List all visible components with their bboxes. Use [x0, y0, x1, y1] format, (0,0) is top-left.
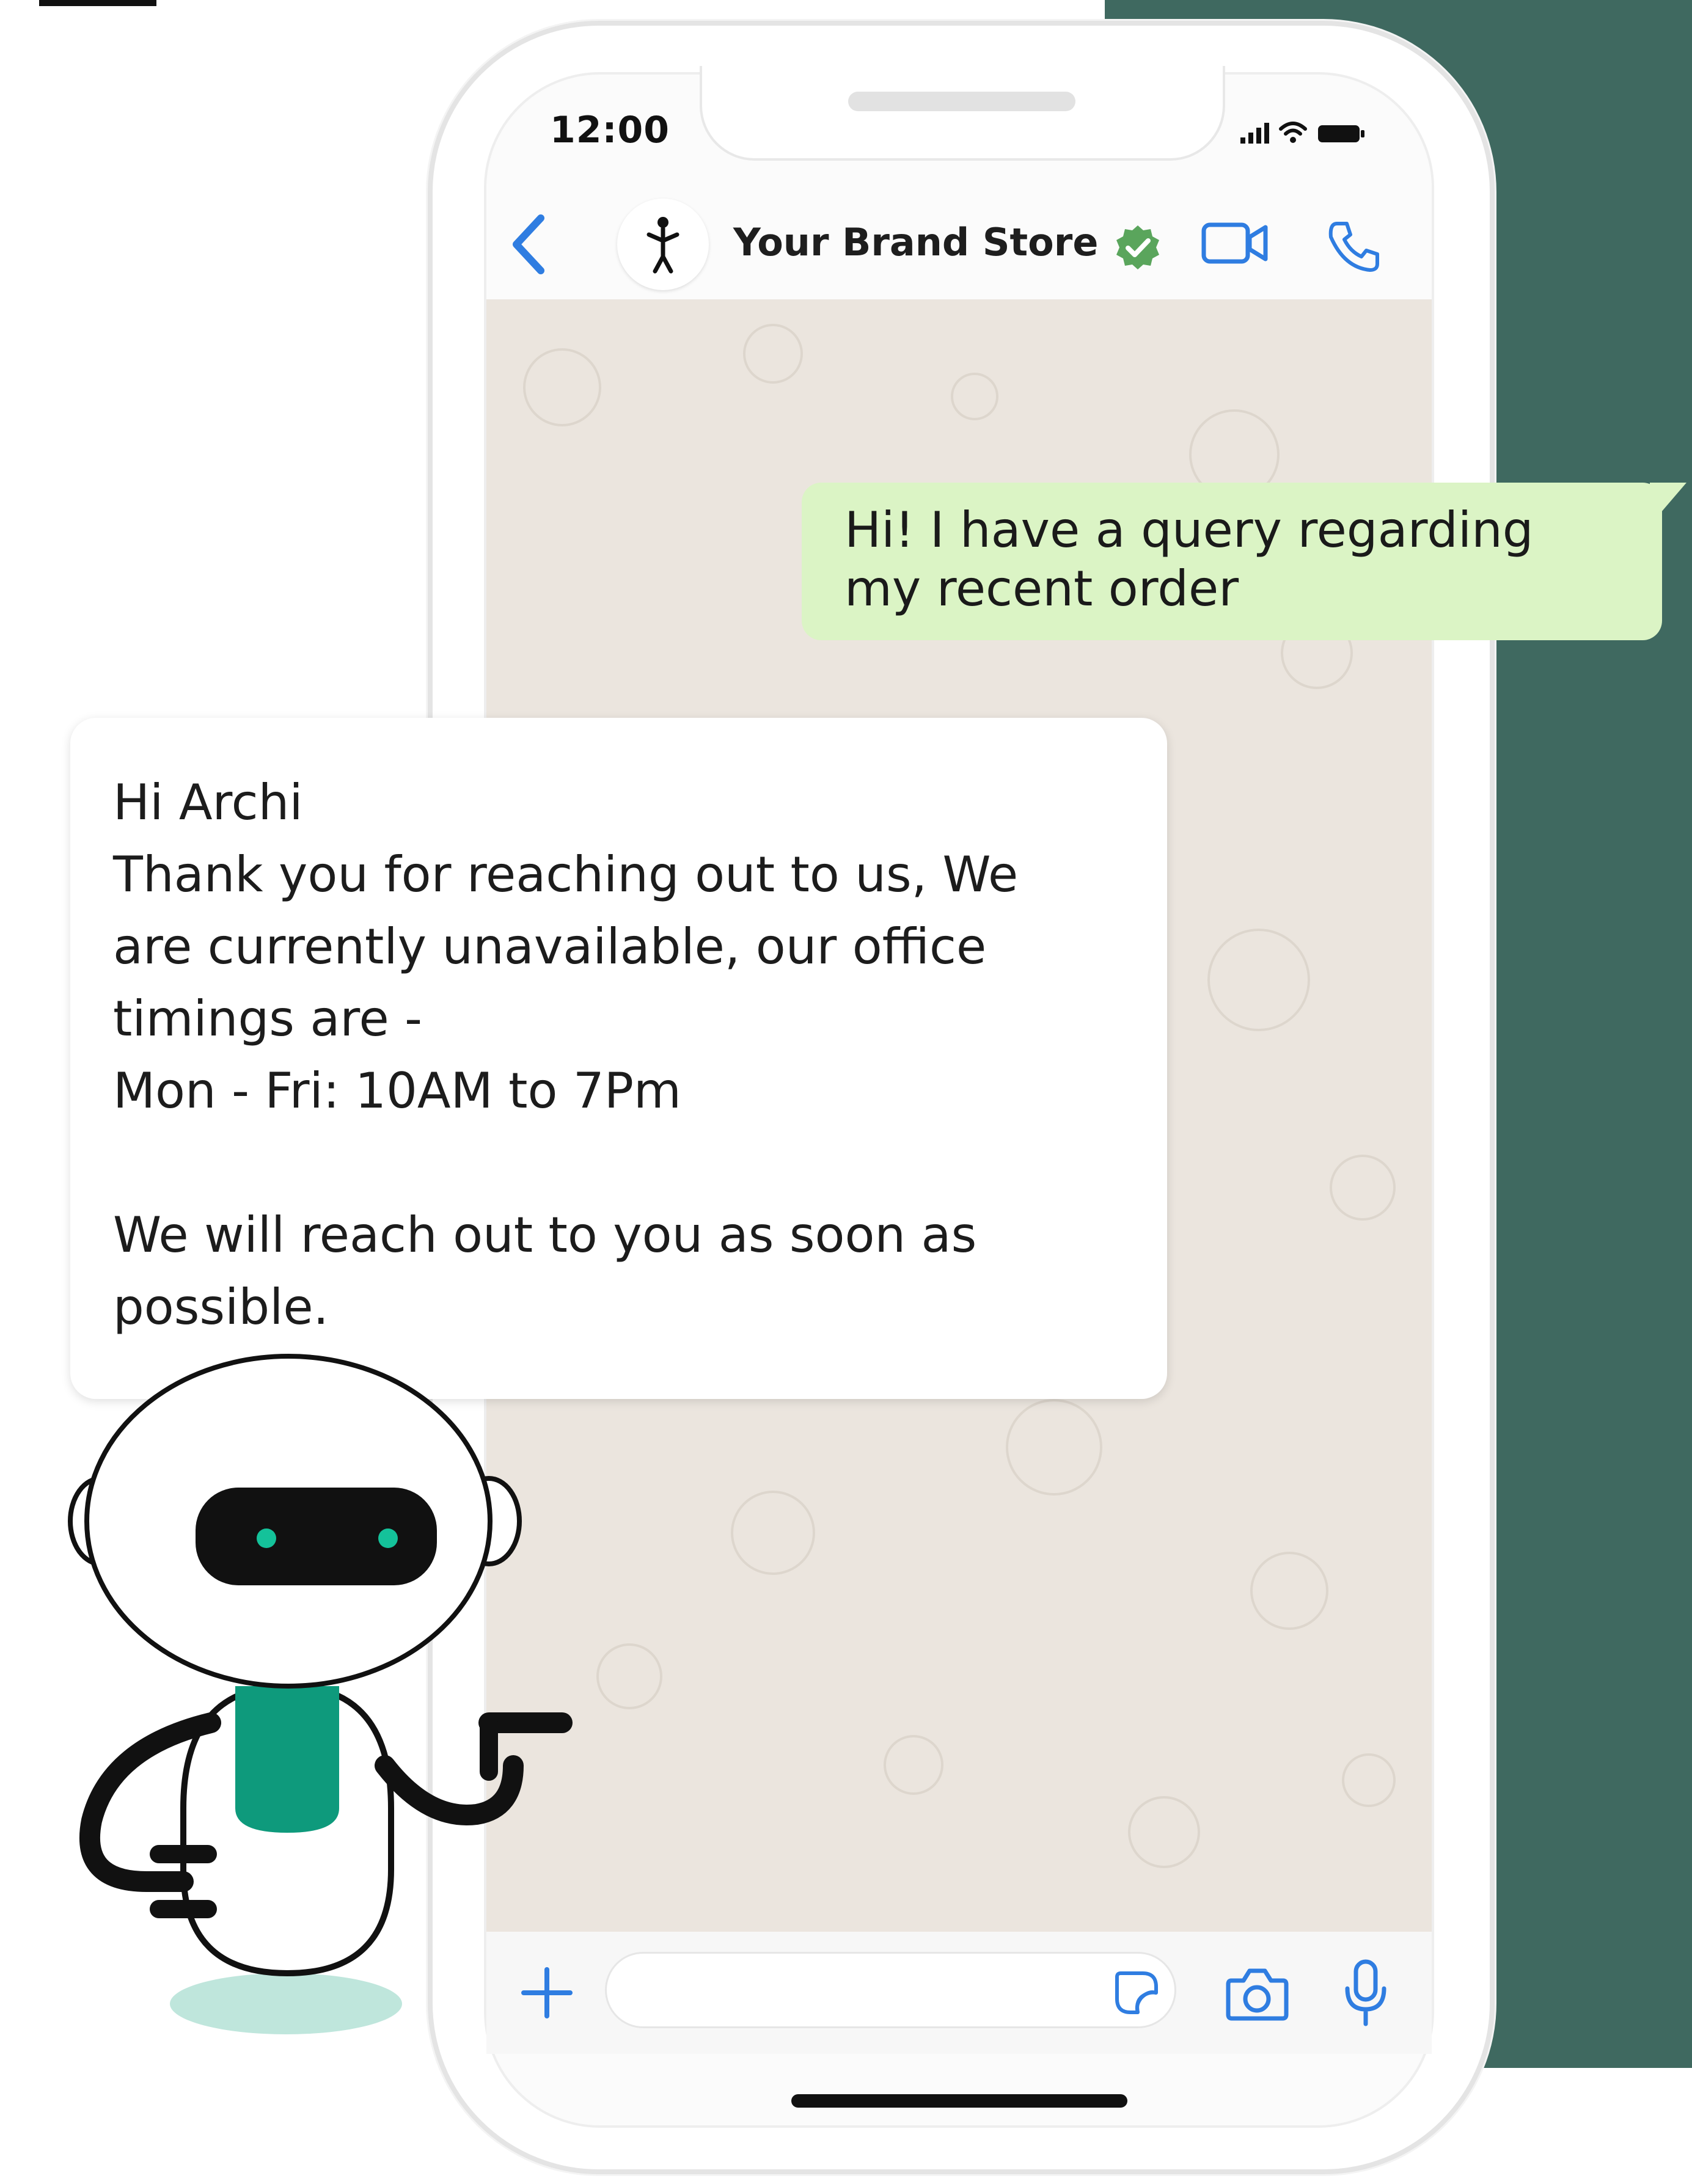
doodle-circle [1128, 1796, 1200, 1868]
doodle-circle [951, 373, 998, 420]
outgoing-message-bubble: Hi! I have a query regarding my recent o… [802, 483, 1662, 640]
phone-notch [700, 66, 1225, 161]
battery-icon [1318, 125, 1364, 142]
doodle-circle [731, 1491, 815, 1575]
brand-logo-icon [646, 217, 679, 274]
incoming-message-text: Hi Archi Thank you for reaching out to u… [113, 774, 1019, 1335]
back-arrow-icon[interactable] [507, 211, 550, 278]
incoming-message-bubble: Hi Archi Thank you for reaching out to u… [70, 718, 1167, 1399]
home-indicator [791, 2094, 1127, 2108]
brand-avatar[interactable] [617, 199, 709, 290]
doodle-circle [743, 324, 803, 384]
phone-speaker [848, 92, 1075, 111]
microphone-icon[interactable] [1341, 1958, 1390, 2028]
wifi-icon [1279, 122, 1307, 143]
corner-mark [39, 0, 156, 6]
signal-icon [1240, 123, 1269, 144]
status-icons [1240, 119, 1366, 144]
verified-badge-icon [1116, 225, 1159, 269]
doodle-circle [1342, 1753, 1396, 1807]
sticker-icon[interactable] [1112, 1968, 1161, 2017]
robot-mascot-icon [68, 1354, 573, 2034]
doodle-circle [1207, 929, 1310, 1031]
message-input[interactable] [605, 1952, 1176, 2028]
doodle-circle [1250, 1552, 1328, 1630]
doodle-circle [596, 1643, 662, 1709]
camera-icon[interactable] [1225, 1962, 1289, 2023]
brand-name[interactable]: Your Brand Store [733, 220, 1098, 265]
doodle-circle [1006, 1399, 1102, 1496]
voice-call-icon[interactable] [1326, 219, 1381, 274]
doodle-circle [523, 348, 601, 426]
status-time: 12:00 [550, 109, 670, 152]
outgoing-message-text: Hi! I have a query regarding my recent o… [844, 502, 1534, 617]
video-call-icon[interactable] [1201, 220, 1269, 266]
doodle-circle [1330, 1155, 1396, 1221]
doodle-circle [884, 1735, 943, 1795]
